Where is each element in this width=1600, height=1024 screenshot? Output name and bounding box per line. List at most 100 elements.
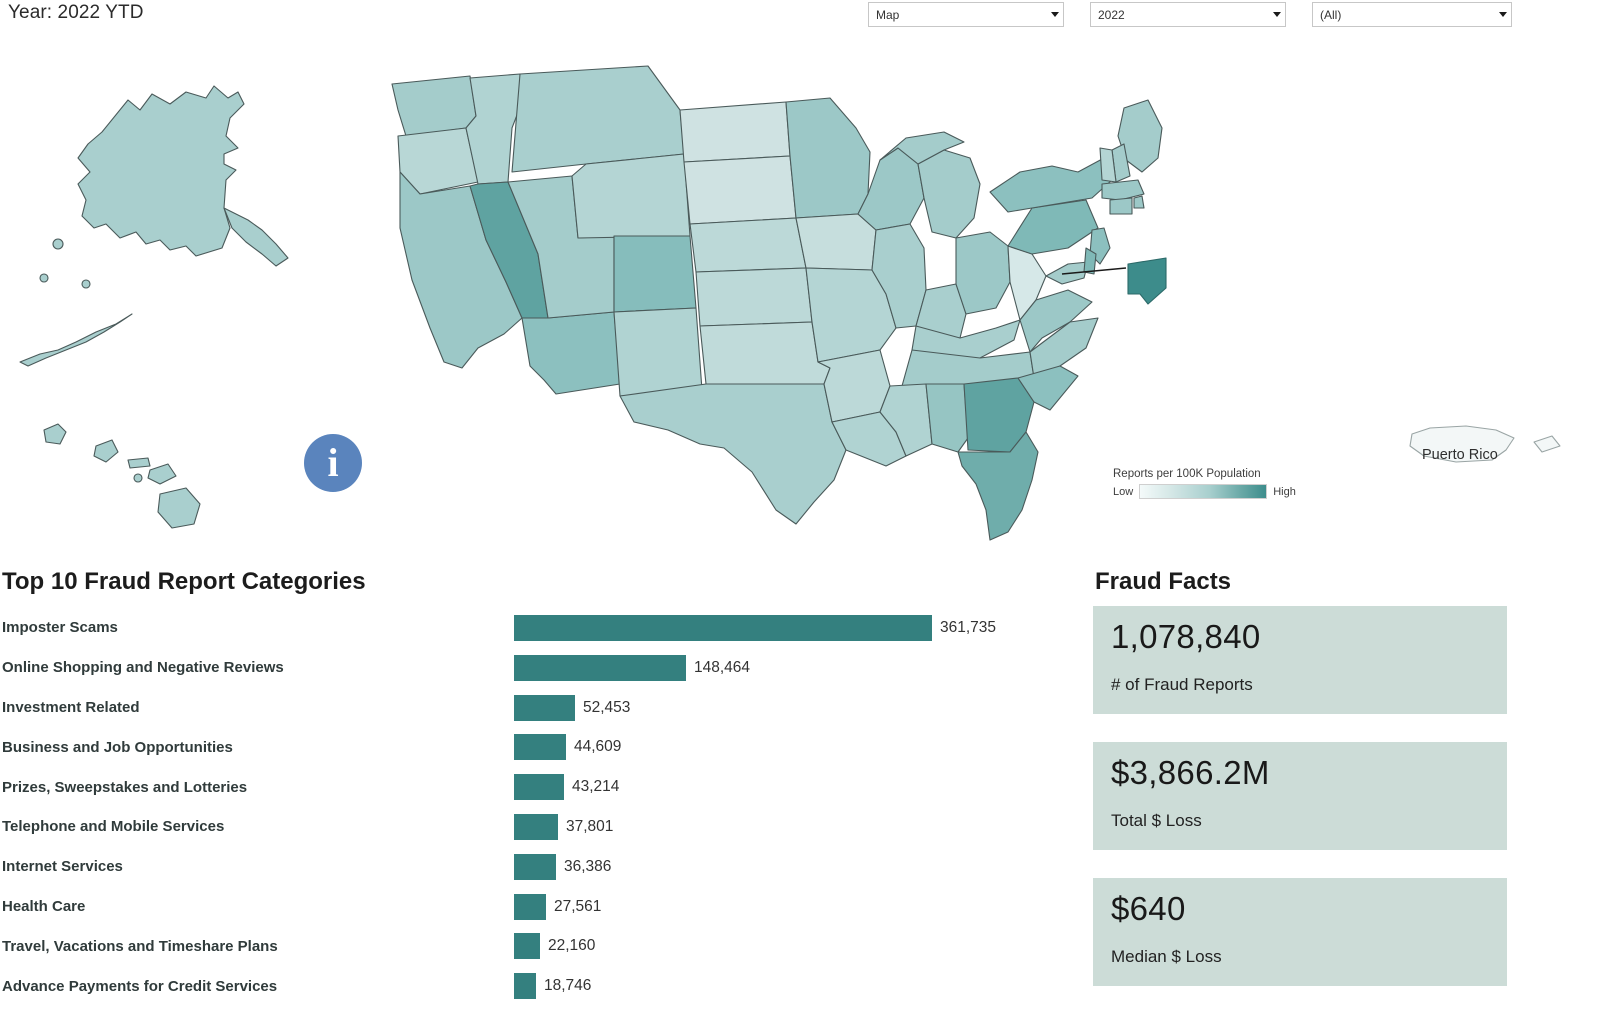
bar-fill[interactable] [514,973,536,1000]
bar-list: Imposter Scams 361,735 Online Shopping and… [0,608,1075,1006]
bar-row[interactable]: Internet Services 36,386 [0,847,1075,887]
state-texas [619,383,847,525]
state-new-york [989,157,1113,213]
state-colorado [613,235,697,313]
legend-gradient-ramp [1139,484,1268,499]
bar-track: 22,160 [514,933,1075,960]
bar-fill[interactable] [514,734,566,761]
bar-fill[interactable] [514,694,575,721]
bar-track: 18,746 [514,973,1075,1000]
year-dropdown[interactable]: 2022 [1090,2,1286,27]
bar-fill[interactable] [514,813,558,840]
state-ohio [955,231,1011,315]
bar-track: 52,453 [514,694,1075,721]
bar-value-label: 18,746 [544,977,592,995]
puerto-rico-islet [1533,435,1561,453]
chevron-down-icon [1273,12,1281,17]
bar-value-label: 43,214 [572,778,620,796]
state-oklahoma [699,321,831,385]
chevron-down-icon [1499,12,1507,17]
bar-row[interactable]: Business and Job Opportunities 44,609 [0,727,1075,767]
bar-track: 148,464 [514,654,1075,681]
alaska-island [39,273,49,283]
bar-track: 361,735 [514,615,1075,641]
state-new-mexico [613,307,703,397]
bar-value-label: 36,386 [564,857,612,875]
bar-category-label: Business and Job Opportunities [2,738,233,756]
bar-row[interactable]: Health Care 27,561 [0,887,1075,927]
header-bar: Year: 2022 YTD Map 2022 (All) [0,0,1600,32]
chevron-down-icon [1051,12,1059,17]
bar-value-label: 27,561 [554,897,602,915]
bar-value-label: 52,453 [583,698,631,716]
bar-category-label: Health Care [2,897,86,915]
state-nebraska [689,217,807,273]
bar-chart-title: Top 10 Fraud Report Categories [2,568,366,595]
alaska-island [52,238,64,250]
fact-label: Total $ Loss [1111,810,1202,830]
bar-value-label: 22,160 [548,937,596,955]
bar-fill[interactable] [514,933,540,960]
bar-row[interactable]: Investment Related 52,453 [0,688,1075,728]
bar-value-label: 44,609 [574,738,622,756]
bar-value-label: 37,801 [566,817,614,835]
fact-label: Median $ Loss [1111,946,1222,966]
bar-category-label: Prizes, Sweepstakes and Lotteries [2,778,248,796]
map-legend: Reports per 100K Population Low High [1113,468,1323,499]
bar-track: 44,609 [514,734,1075,761]
legend-scale: Low High [1113,484,1323,499]
bar-fill[interactable] [514,774,564,801]
info-icon-glyph: i [327,440,339,485]
state-dropdown-value: (All) [1320,7,1342,22]
alaska-panhandle [223,207,289,267]
bar-category-label: Online Shopping and Negative Reviews [2,659,284,677]
fact-card-total-loss: $3,866.2M Total $ Loss [1093,742,1507,850]
bar-row[interactable]: Online Shopping and Negative Reviews 148,… [0,648,1075,688]
view-dropdown-value: Map [876,7,900,22]
bar-fill[interactable] [514,615,932,641]
state-alabama [925,383,969,453]
bar-row[interactable]: Telephone and Mobile Services 37,801 [0,807,1075,847]
bar-track: 36,386 [514,853,1075,880]
year-dropdown-value: 2022 [1098,7,1125,22]
choropleth-map[interactable]: i Reports per 100K Population Low High P… [0,32,1600,548]
fraud-facts-title: Fraud Facts [1095,568,1232,595]
state-hawaii-oahu [93,439,119,463]
bar-category-label: Investment Related [2,698,140,716]
bar-row[interactable]: Travel, Vacations and Timeshare Plans 22,… [0,926,1075,966]
state-connecticut [1109,197,1133,215]
fact-value: $640 [1111,890,1186,927]
state-alaska [77,85,245,257]
bar-fill[interactable] [514,853,556,880]
us-map-svg[interactable] [0,32,1600,548]
bar-row[interactable]: Advance Payments for Credit Services 18,7… [0,966,1075,1006]
top-categories-chart: Top 10 Fraud Report Categories Imposter … [0,556,1075,1024]
state-rhode-island [1133,195,1145,209]
state-hawaii-kauai [43,423,67,445]
bar-fill[interactable] [514,893,546,920]
info-icon[interactable]: i [304,434,362,492]
bar-track: 43,214 [514,774,1075,801]
fact-value: $3,866.2M [1111,754,1270,791]
fact-value: 1,078,840 [1111,618,1261,655]
state-michigan [917,149,981,239]
state-iowa [795,213,877,271]
state-south-dakota [683,155,797,225]
state-hawaii-molokai [127,457,151,469]
legend-high-label: High [1273,485,1296,498]
bar-track: 27,561 [514,893,1075,920]
page-title: Year: 2022 YTD [8,2,144,23]
state-hawaii-maui [147,463,177,485]
state-north-dakota [679,101,791,163]
state-dropdown[interactable]: (All) [1312,2,1512,27]
bar-fill[interactable] [514,654,686,681]
bar-row[interactable]: Prizes, Sweepstakes and Lotteries 43,214 [0,767,1075,807]
fraud-facts-panel: Fraud Facts 1,078,840 # of Fraud Reports… [1093,556,1593,1024]
bar-row[interactable]: Imposter Scams 361,735 [0,608,1075,648]
dashboard-root: Year: 2022 YTD Map 2022 (All) i Reports … [0,0,1600,1024]
state-washington [391,75,477,137]
state-kansas [695,267,813,327]
bar-track: 37,801 [514,813,1075,840]
bar-value-label: 148,464 [694,658,751,676]
view-dropdown[interactable]: Map [868,2,1064,27]
